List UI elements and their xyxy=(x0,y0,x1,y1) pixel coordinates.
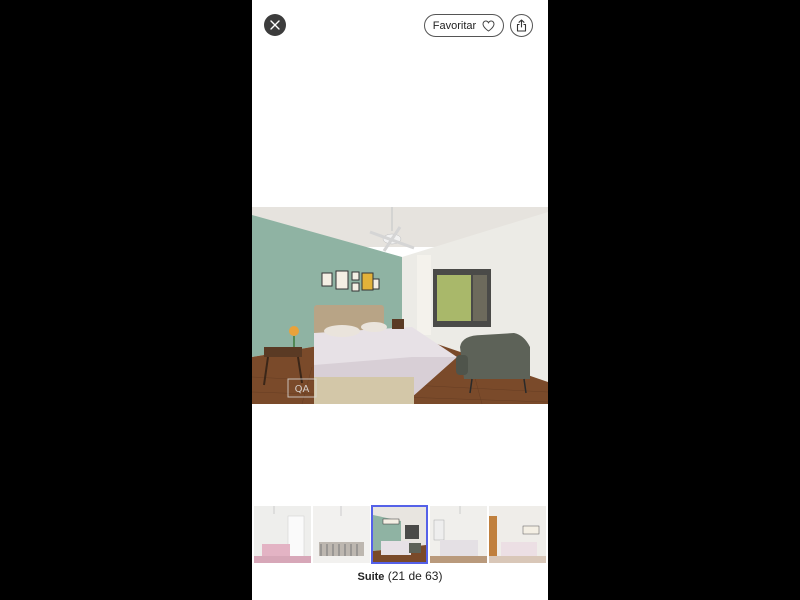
watermark-logo: QA xyxy=(295,384,310,395)
photo-caption: Suite (21 de 63) xyxy=(252,569,548,583)
share-button[interactable] xyxy=(510,14,533,37)
favorite-label: Favoritar xyxy=(432,19,477,32)
heart-icon xyxy=(482,19,495,32)
close-button[interactable] xyxy=(264,14,286,36)
photo-viewer: Favoritar QA Suite (21 de 63) xyxy=(252,0,548,600)
close-icon xyxy=(270,20,280,30)
thumbnail-1[interactable] xyxy=(254,506,311,563)
share-icon xyxy=(516,19,527,32)
thumbnail-strip xyxy=(252,505,548,564)
thumbnail-2[interactable] xyxy=(313,506,370,563)
favorite-button[interactable]: Favoritar xyxy=(424,14,504,37)
thumbnail-4[interactable] xyxy=(430,506,487,563)
thumbnail-3[interactable] xyxy=(371,505,428,564)
main-photo[interactable]: QA xyxy=(252,207,548,404)
thumbnail-5[interactable] xyxy=(489,506,546,563)
room-title: Suite xyxy=(357,571,385,583)
photo-counter: (21 de 63) xyxy=(387,569,443,583)
